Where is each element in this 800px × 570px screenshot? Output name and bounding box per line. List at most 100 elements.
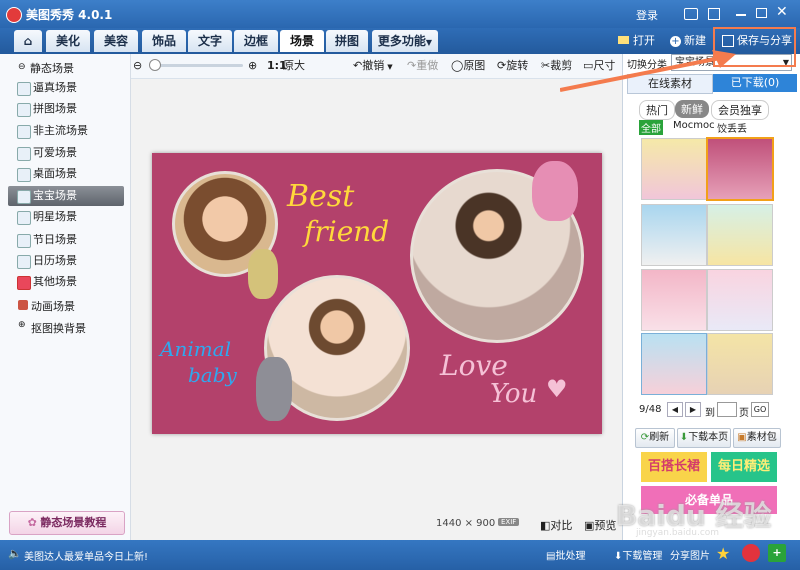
group-animation-scene[interactable]: 动画场景: [31, 298, 75, 314]
rotate-icon: ⟳: [497, 59, 507, 72]
close-icon[interactable]: ✕: [776, 4, 788, 20]
next-page-button[interactable]: ▶: [685, 402, 701, 417]
speaker-icon: 🔈: [8, 547, 22, 560]
group-static-scene[interactable]: 静态场景: [30, 60, 74, 76]
rotate-button[interactable]: ⟳旋转: [497, 58, 528, 74]
material-thumb[interactable]: [641, 333, 707, 395]
original-label: 原图: [463, 59, 486, 72]
goto-label: 到: [705, 408, 715, 419]
status-message[interactable]: 美图达人最爱单品今日上新!: [24, 548, 148, 563]
tab-text[interactable]: 文字: [188, 30, 232, 52]
download-manager-button[interactable]: ⬇下载管理: [614, 547, 662, 562]
material-thumb[interactable]: [641, 269, 707, 331]
maximize-icon[interactable]: [756, 8, 767, 18]
tutorial-button[interactable]: ✿ 静态场景教程: [9, 511, 125, 535]
text-friend[interactable]: friend: [304, 215, 389, 248]
sidebar-item-other[interactable]: 其他场景: [17, 272, 77, 292]
sidebar-item-realistic[interactable]: 逼真场景: [17, 78, 77, 98]
text-love[interactable]: Love: [440, 349, 508, 382]
sidebar-item-calendar[interactable]: 日历场景: [17, 251, 77, 271]
zoom-slider[interactable]: [149, 59, 243, 71]
arrow-annotation: [560, 50, 736, 92]
teddy-bear-sticker[interactable]: [532, 161, 578, 221]
group-cutout-background[interactable]: 抠图换背景: [31, 320, 86, 336]
subtab-hot[interactable]: 热门: [639, 100, 675, 120]
filter-jiaodiudiu[interactable]: 饺丢丢: [717, 120, 747, 135]
weibo-icon[interactable]: [742, 544, 760, 562]
subtab-fresh[interactable]: 新鲜: [675, 100, 709, 118]
heart-sticker[interactable]: ♥: [546, 375, 568, 403]
tab-cosmetic[interactable]: 美容: [94, 30, 138, 52]
mouse-toy-sticker[interactable]: [256, 357, 292, 421]
share-image-label[interactable]: 分享图片: [670, 547, 710, 562]
text-best[interactable]: Best: [287, 179, 354, 214]
material-thumb[interactable]: [707, 333, 773, 395]
material-thumb[interactable]: [641, 138, 707, 200]
scene-canvas[interactable]: Best friend Animal baby Love You ♥: [152, 153, 602, 434]
skin-icon[interactable]: [708, 8, 720, 20]
download-page-button[interactable]: ⬇下载本页: [677, 428, 731, 448]
preview-icon: ▣: [584, 519, 595, 532]
text-you[interactable]: You: [490, 379, 537, 409]
zoom-out-icon[interactable]: ⊖: [133, 58, 142, 74]
material-thumb[interactable]: [641, 204, 707, 266]
toy-sticker-1[interactable]: [248, 249, 278, 299]
promo-banner-dress[interactable]: 百搭长裙: [641, 452, 707, 482]
go-button[interactable]: GO: [751, 402, 769, 417]
scene-thumb-icon: [17, 255, 31, 269]
material-pack-button[interactable]: ▣素材包: [733, 428, 781, 448]
package-icon: ▣: [737, 432, 747, 443]
text-animal[interactable]: Animal: [160, 337, 231, 361]
tab-accessory[interactable]: 饰品: [142, 30, 186, 52]
text-baby[interactable]: baby: [188, 363, 237, 387]
scissors-icon: ✂: [541, 59, 551, 72]
collapse-icon[interactable]: ⊖: [18, 62, 26, 72]
minimize-icon[interactable]: [736, 14, 746, 16]
tab-beautify[interactable]: 美化: [46, 30, 90, 52]
material-thumb[interactable]: [706, 137, 774, 201]
compare-button[interactable]: ◧对比: [540, 517, 572, 533]
zoom-in-icon[interactable]: ⊕: [248, 58, 257, 74]
message-icon[interactable]: [684, 8, 698, 20]
watermark-site: jingyan.baidu.com: [636, 528, 720, 538]
tab-more[interactable]: 更多功能▼: [372, 30, 438, 52]
exif-badge[interactable]: EXIF: [498, 518, 520, 526]
original-size-button[interactable]: 原大: [283, 58, 305, 74]
sidebar-item-star[interactable]: 明星场景: [17, 207, 77, 227]
tab-scene[interactable]: 场景: [280, 30, 324, 52]
zoom-slider-handle[interactable]: [149, 59, 161, 71]
scene-thumb-icon: [17, 103, 31, 117]
sidebar-item-desktop[interactable]: 桌面场景: [17, 164, 77, 184]
subtab-member[interactable]: 会员独享: [711, 100, 769, 120]
material-thumb[interactable]: [707, 204, 773, 266]
sidebar-item-label: 节日场景: [33, 233, 77, 246]
filter-all[interactable]: 全部: [639, 120, 663, 135]
tab-collage[interactable]: 拼图: [326, 30, 368, 52]
qq-zone-icon[interactable]: ★: [716, 544, 734, 563]
sidebar-item-holiday[interactable]: 节日场景: [17, 230, 77, 250]
refresh-icon: ⟳: [640, 432, 650, 443]
status-bar: 🔈 美图达人最爱单品今日上新! ▤批处理 ⬇下载管理 分享图片 ★ +: [0, 540, 800, 570]
promo-banner-daily[interactable]: 每日精选: [711, 452, 777, 482]
sidebar-item-label: 非主流场景: [33, 124, 88, 137]
original-button[interactable]: ◯原图: [451, 58, 485, 74]
material-thumb[interactable]: [707, 269, 773, 331]
filter-mocmoc[interactable]: Mocmoc: [673, 120, 715, 131]
page-input[interactable]: [717, 402, 737, 417]
sidebar-item-alternative[interactable]: 非主流场景: [17, 121, 88, 141]
expand-icon[interactable]: ⊕: [18, 320, 26, 330]
sidebar-item-collage[interactable]: 拼图场景: [17, 99, 77, 119]
undo-button[interactable]: ↶撤销 ▼: [353, 58, 393, 75]
sidebar-item-label: 其他场景: [33, 275, 77, 288]
add-share-button[interactable]: +: [768, 544, 786, 562]
redo-button[interactable]: ↷重做: [407, 58, 438, 74]
batch-button[interactable]: ▤批处理: [546, 547, 585, 562]
refresh-button[interactable]: ⟳刷新: [635, 428, 675, 448]
sidebar-item-baby[interactable]: 宝宝场景: [17, 186, 77, 206]
sidebar-item-cute[interactable]: 可爱场景: [17, 143, 77, 163]
tab-border[interactable]: 边框: [234, 30, 278, 52]
preview-button[interactable]: ▣预览: [584, 517, 616, 533]
tab-home[interactable]: ⌂: [14, 30, 42, 52]
prev-page-button[interactable]: ◀: [667, 402, 683, 417]
login-link[interactable]: 登录: [636, 7, 658, 23]
